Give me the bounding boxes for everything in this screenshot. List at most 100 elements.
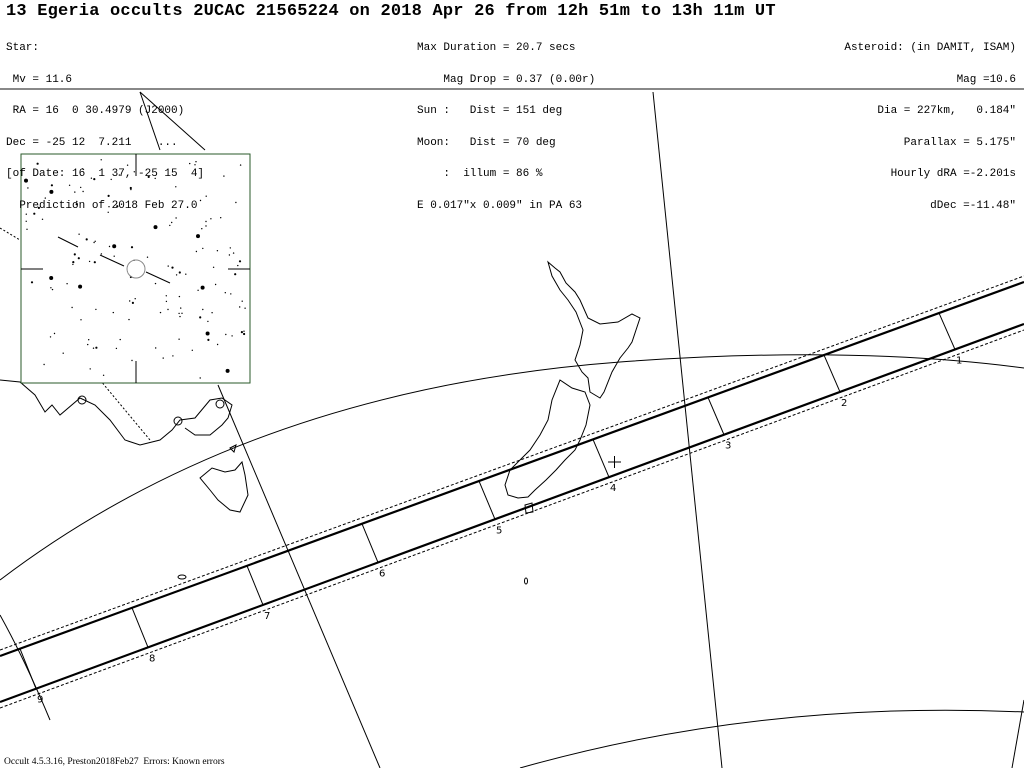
star-dot [223,175,225,177]
star-dot [241,300,243,302]
star-dot [169,224,171,227]
star-dot [162,357,164,359]
event-line: Moon: Dist = 70 deg [417,136,556,149]
star-dot [197,289,199,291]
time-tick [19,648,37,689]
star-dot [181,312,183,314]
star-dot [94,240,96,242]
star-dot [205,220,207,223]
star-dot [238,260,242,263]
time-ticks: 1 2 3 4 5 6 7 8 9 [19,312,962,706]
path-south-limit [0,322,1024,704]
star-dot [131,359,133,362]
star-dot [73,253,76,256]
footer-credits: Occult 4.5.3.16, Preston2018Feb27 Errors… [4,757,225,767]
asteroid-line: Mag =10.6 [956,73,1016,86]
star-dot [66,283,68,285]
star-dot [178,338,180,340]
star-dot [243,330,245,332]
asteroid-line: Hourly dRA =-2.201s [890,168,1016,180]
star-dot [239,164,242,166]
star-dot [93,241,95,244]
star-line: Prediction of 2018 Feb 27.0 [6,199,198,212]
horizon-arc [0,354,1024,581]
event-info: Max Duration = 20.7 secs Mag Drop = 0.37… [417,22,595,222]
star-dot [172,355,174,357]
star-dot [201,228,203,230]
path-south-error-limit [0,329,1024,709]
star-dot [53,332,56,335]
star-dot [50,287,52,289]
star-dot [78,233,80,235]
star-dot [49,336,52,338]
star-dot [175,274,178,276]
meridian-line [217,384,381,768]
star-dot [212,266,215,268]
coast-stewart-island [524,502,534,514]
star-dot [216,343,219,346]
star-dot [100,253,103,255]
city-marker-icon [77,395,87,405]
time-tick [823,354,841,393]
star-dot [225,368,230,373]
star-dot [153,225,158,230]
event-line: Mag Drop = 0.37 (0.00r) [417,73,596,86]
star-dot [78,284,83,289]
star-dot [88,339,90,341]
star-dot [211,312,213,314]
time-tick-label: 1 [956,355,962,366]
path-north-limit [0,280,1024,658]
coast-nz-north [547,260,641,399]
star-dot [235,201,237,204]
star-dot [131,301,134,304]
star-dot [129,300,131,302]
star-dot [167,265,169,267]
site-markers [77,395,621,468]
star-dot [95,308,97,311]
star-dot [191,349,193,351]
star-dot [102,374,105,376]
star-dot [205,331,210,336]
time-tick [246,565,264,606]
coast-nz-south [504,379,591,499]
asteroid-line: dDec =-11.48" [930,199,1016,212]
event-line: Max Duration = 20.7 secs [417,42,576,54]
star-dot [200,285,205,290]
shadow-path [0,275,1024,709]
star-dot [214,283,217,286]
time-tick-label: 7 [264,611,270,622]
event-line: Sun : Dist = 151 deg [417,105,563,117]
star-dot [171,221,173,224]
star-dot [171,266,174,269]
star-dot [244,307,246,309]
star-dot [205,195,207,197]
star-info: Star: Mv = 11.6 RA = 16 0 30.4979 (J2000… [6,22,204,222]
time-tick-label: 5 [496,525,502,536]
city-marker-icon [215,399,225,409]
cross-marker-icon [608,456,621,468]
coast-australia [0,379,233,446]
star-line: Dec = -25 12 7.211 ... [6,136,178,149]
star-dot [30,281,34,284]
meridian-line [652,91,723,768]
asteroid-line: Asteroid: (in DAMIT, ISAM) [844,42,1016,54]
star-line: Star: [6,42,40,54]
star-dot [87,343,89,346]
star-dot [230,293,232,295]
star-dot [130,246,134,249]
star-dot [112,244,117,249]
time-tick-label: 4 [610,483,616,494]
star-dot [195,250,198,253]
star-dot [199,377,201,379]
time-tick-label: 2 [841,398,847,409]
star-dot [154,282,157,285]
time-tick-label: 8 [149,653,155,664]
star-dot [108,245,111,248]
dotted-boundary [99,379,151,441]
star-dot [216,250,219,252]
star-dot [239,306,241,308]
time-tick [592,439,610,478]
star-dot [165,300,168,303]
star-dot [92,347,95,349]
star-dot [232,252,235,254]
